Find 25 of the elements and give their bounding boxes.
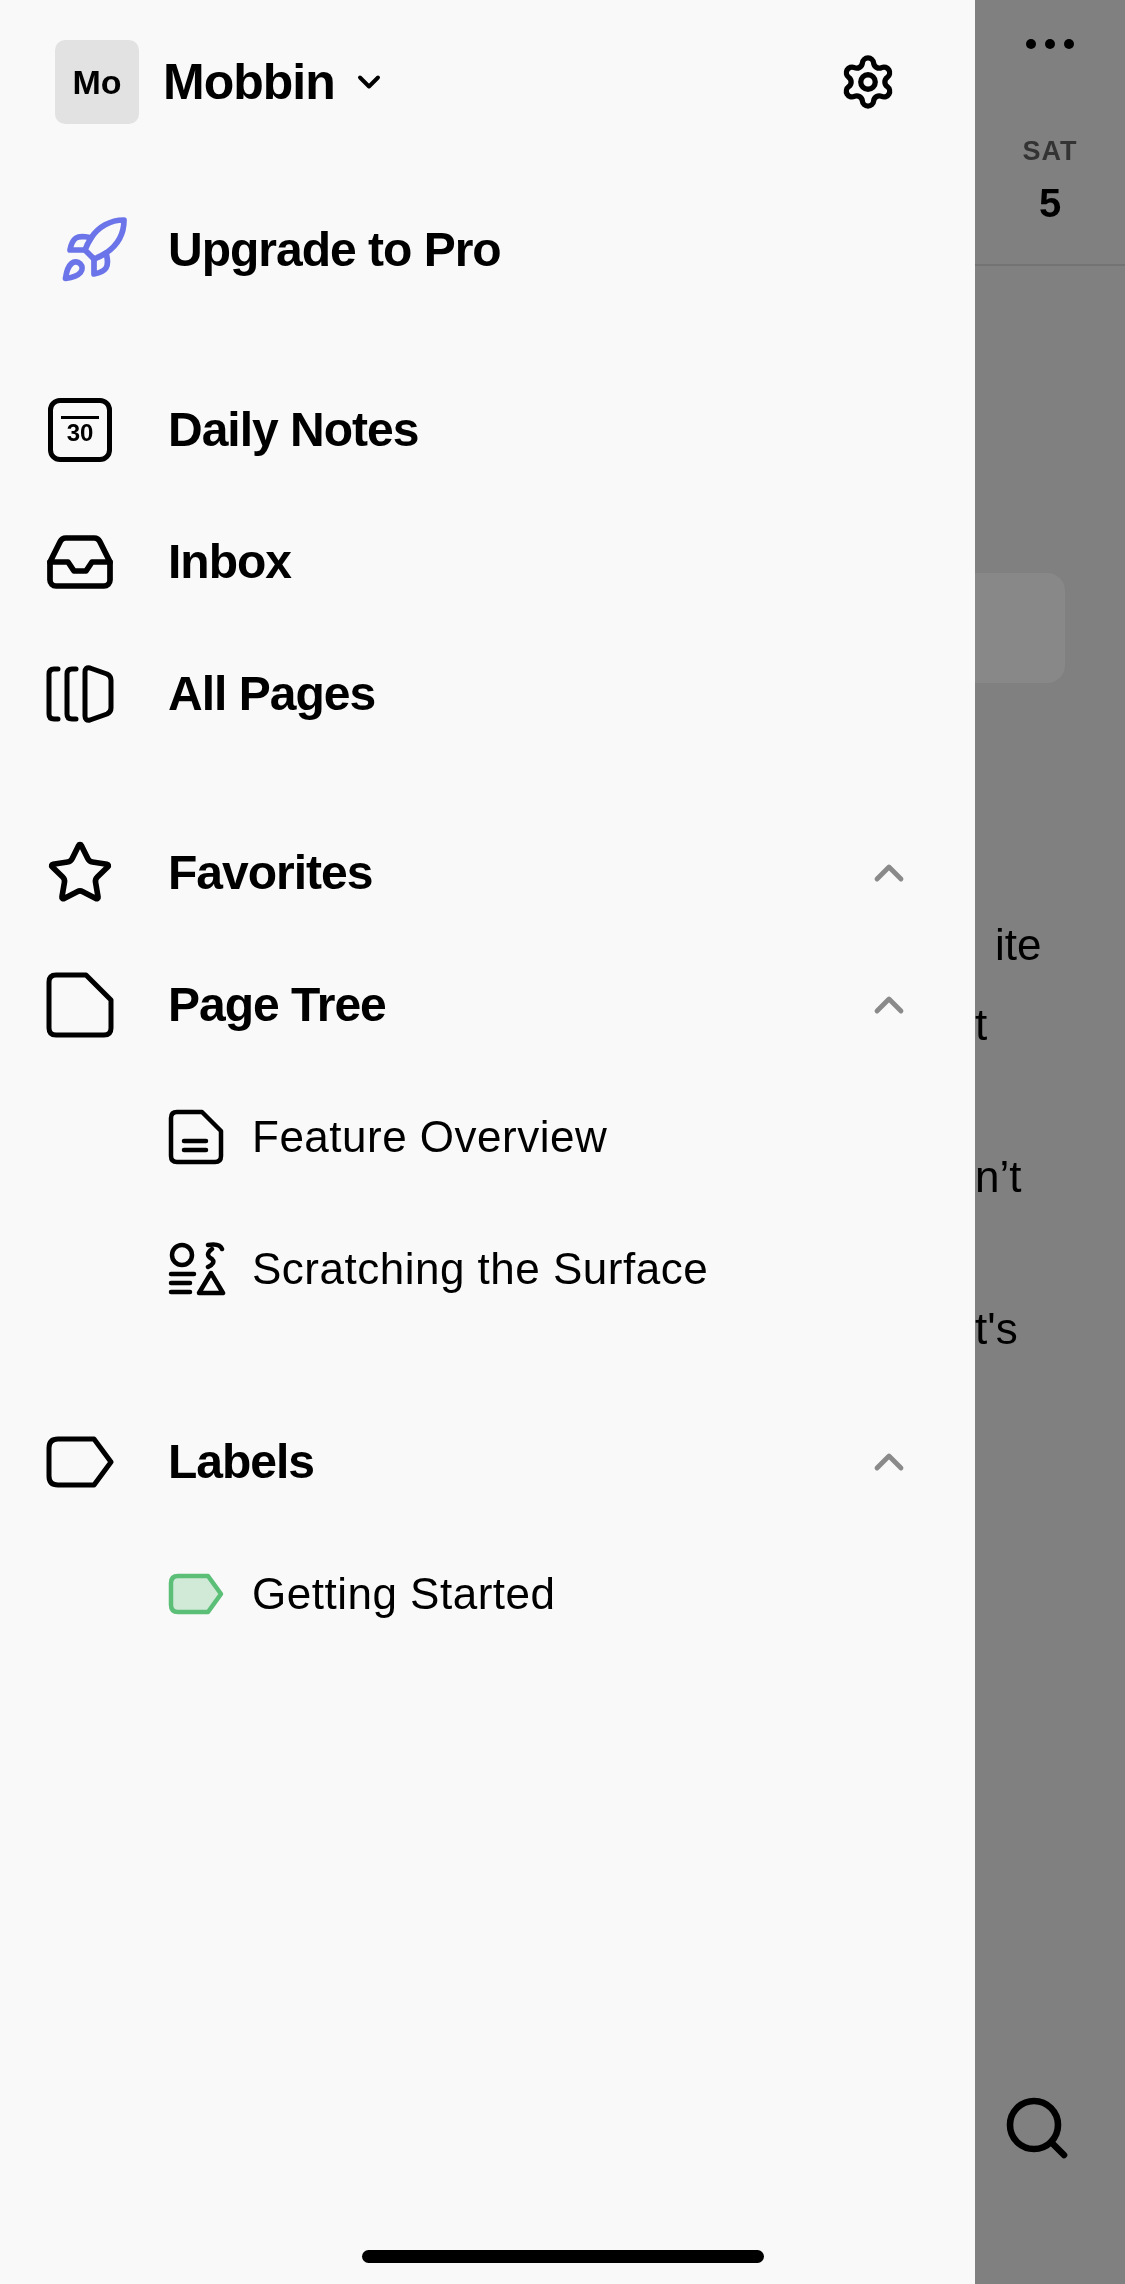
text-fragment: n’t [975,1155,1022,1199]
section-header[interactable]: Labels [168,1426,315,1498]
tag-icon [46,1436,114,1488]
pages-icon [44,664,116,724]
text-fragment: t's [975,1307,1018,1351]
calendar-icon: 30 [48,398,112,462]
nav-item[interactable]: All Pages [168,658,376,730]
text-fragment: ite [995,923,1042,967]
document-icon [168,1109,224,1165]
more-icon[interactable] [1025,38,1075,50]
shapes-icon [168,1241,226,1297]
day-number: 5 [1038,183,1062,223]
tree-item[interactable]: Feature Overview [252,1104,608,1170]
upgrade-link[interactable]: Upgrade to Pro [168,214,501,286]
text-fragment: t [975,1003,988,1047]
section-header[interactable]: Favorites [168,837,373,909]
workspace-switcher[interactable]: Mobbin [163,44,387,120]
day-name: SAT [1022,138,1078,165]
tree-item[interactable]: Getting Started [252,1561,556,1627]
nav-item[interactable]: Inbox [168,526,291,598]
page-icon [46,972,114,1038]
tree-item[interactable]: Scratching the Surface [252,1236,709,1302]
section-header[interactable]: Page Tree [168,969,386,1041]
workspace-avatar[interactable]: Mo [55,40,139,124]
nav-item[interactable]: Daily Notes [168,394,419,466]
